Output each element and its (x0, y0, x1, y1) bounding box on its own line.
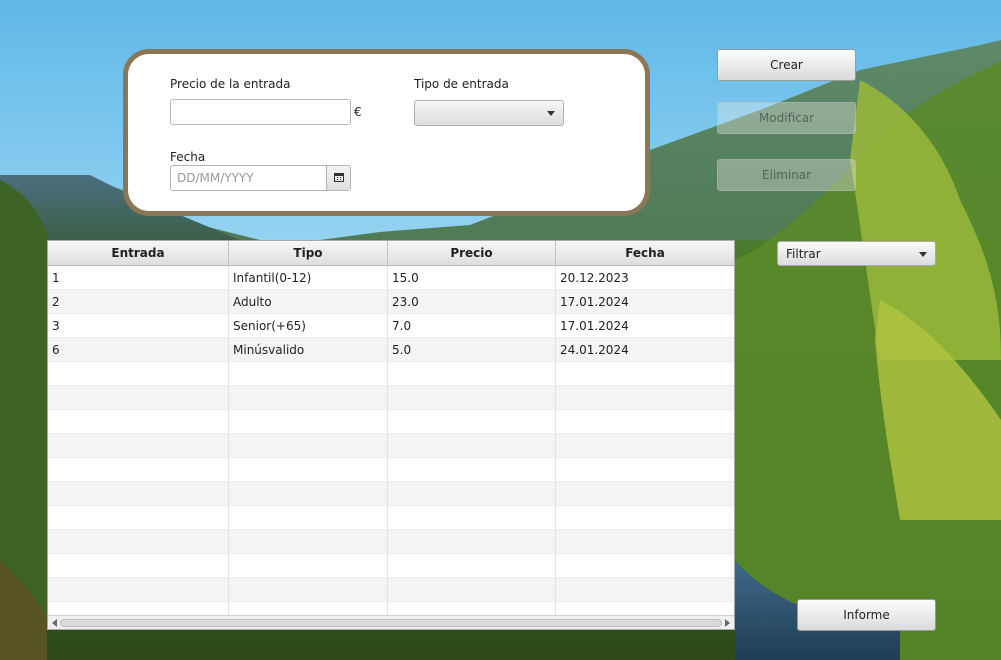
empty-row (48, 506, 734, 530)
empty-row (48, 482, 734, 506)
fecha-label: Fecha (170, 150, 206, 164)
chevron-down-icon (547, 111, 555, 116)
empty-row (48, 386, 734, 410)
column-header-fecha[interactable]: Fecha (556, 241, 734, 265)
tipo-label: Tipo de entrada (414, 77, 509, 91)
cell-fecha: 17.01.2024 (560, 318, 629, 333)
table-row[interactable]: 6 Minúsvalido 5.0 24.01.2024 (48, 338, 734, 362)
fecha-date-picker[interactable] (170, 165, 351, 191)
cell-entrada: 2 (48, 290, 229, 313)
cell-precio: 5.0 (388, 338, 556, 361)
cell-tipo: Adulto (229, 290, 388, 313)
calendar-icon (334, 173, 344, 182)
table-row[interactable]: 1 Infantil(0-12) 15.0 20.12.2023 (48, 266, 734, 290)
empty-row (48, 362, 734, 386)
table-row[interactable]: 3 Senior(+65) 7.0 17.01.2024 (48, 314, 734, 338)
empty-row (48, 578, 734, 602)
filter-selected-value: Filtrar (786, 247, 821, 261)
entries-table[interactable]: Entrada Tipo Precio Fecha 1 Infantil(0-1… (47, 240, 735, 630)
cell-fecha: 24.01.2024 (560, 342, 629, 357)
scroll-left-icon[interactable] (52, 619, 57, 627)
currency-symbol: € (354, 105, 362, 119)
ticket-form-panel: Precio de la entrada € Tipo de entrada F… (123, 49, 650, 216)
cell-fecha: 17.01.2024 (560, 294, 629, 309)
cell-precio: 23.0 (388, 290, 556, 313)
cell-precio: 7.0 (388, 314, 556, 337)
tipo-dropdown[interactable] (414, 100, 564, 126)
empty-row (48, 410, 734, 434)
column-header-entrada[interactable]: Entrada (48, 241, 229, 265)
precio-input[interactable] (170, 99, 351, 125)
chevron-down-icon (919, 252, 927, 257)
precio-label: Precio de la entrada (170, 77, 291, 91)
table-body: 1 Infantil(0-12) 15.0 20.12.2023 2 Adult… (48, 266, 734, 626)
filter-dropdown[interactable]: Filtrar (777, 241, 936, 266)
column-header-tipo[interactable]: Tipo (229, 241, 388, 265)
table-header: Entrada Tipo Precio Fecha (48, 241, 734, 266)
empty-row (48, 458, 734, 482)
empty-row (48, 554, 734, 578)
eliminar-button[interactable]: Eliminar (717, 159, 856, 191)
empty-row (48, 530, 734, 554)
column-header-precio[interactable]: Precio (388, 241, 556, 265)
cell-tipo: Senior(+65) (229, 314, 388, 337)
cell-tipo: Infantil(0-12) (229, 266, 388, 289)
cell-entrada: 3 (48, 314, 229, 337)
cell-entrada: 6 (48, 338, 229, 361)
informe-button[interactable]: Informe (797, 599, 936, 631)
cell-fecha: 20.12.2023 (560, 270, 629, 285)
cell-precio: 15.0 (388, 266, 556, 289)
scrollbar-thumb[interactable] (60, 619, 722, 627)
fecha-input[interactable] (170, 165, 351, 191)
modificar-button[interactable]: Modificar (717, 102, 856, 134)
calendar-button[interactable] (326, 166, 350, 190)
cell-tipo: Minúsvalido (229, 338, 388, 361)
scroll-right-icon[interactable] (725, 619, 730, 627)
crear-button[interactable]: Crear (717, 49, 856, 81)
cell-entrada: 1 (48, 266, 229, 289)
table-row[interactable]: 2 Adulto 23.0 17.01.2024 (48, 290, 734, 314)
horizontal-scrollbar[interactable] (48, 615, 734, 629)
empty-row (48, 434, 734, 458)
